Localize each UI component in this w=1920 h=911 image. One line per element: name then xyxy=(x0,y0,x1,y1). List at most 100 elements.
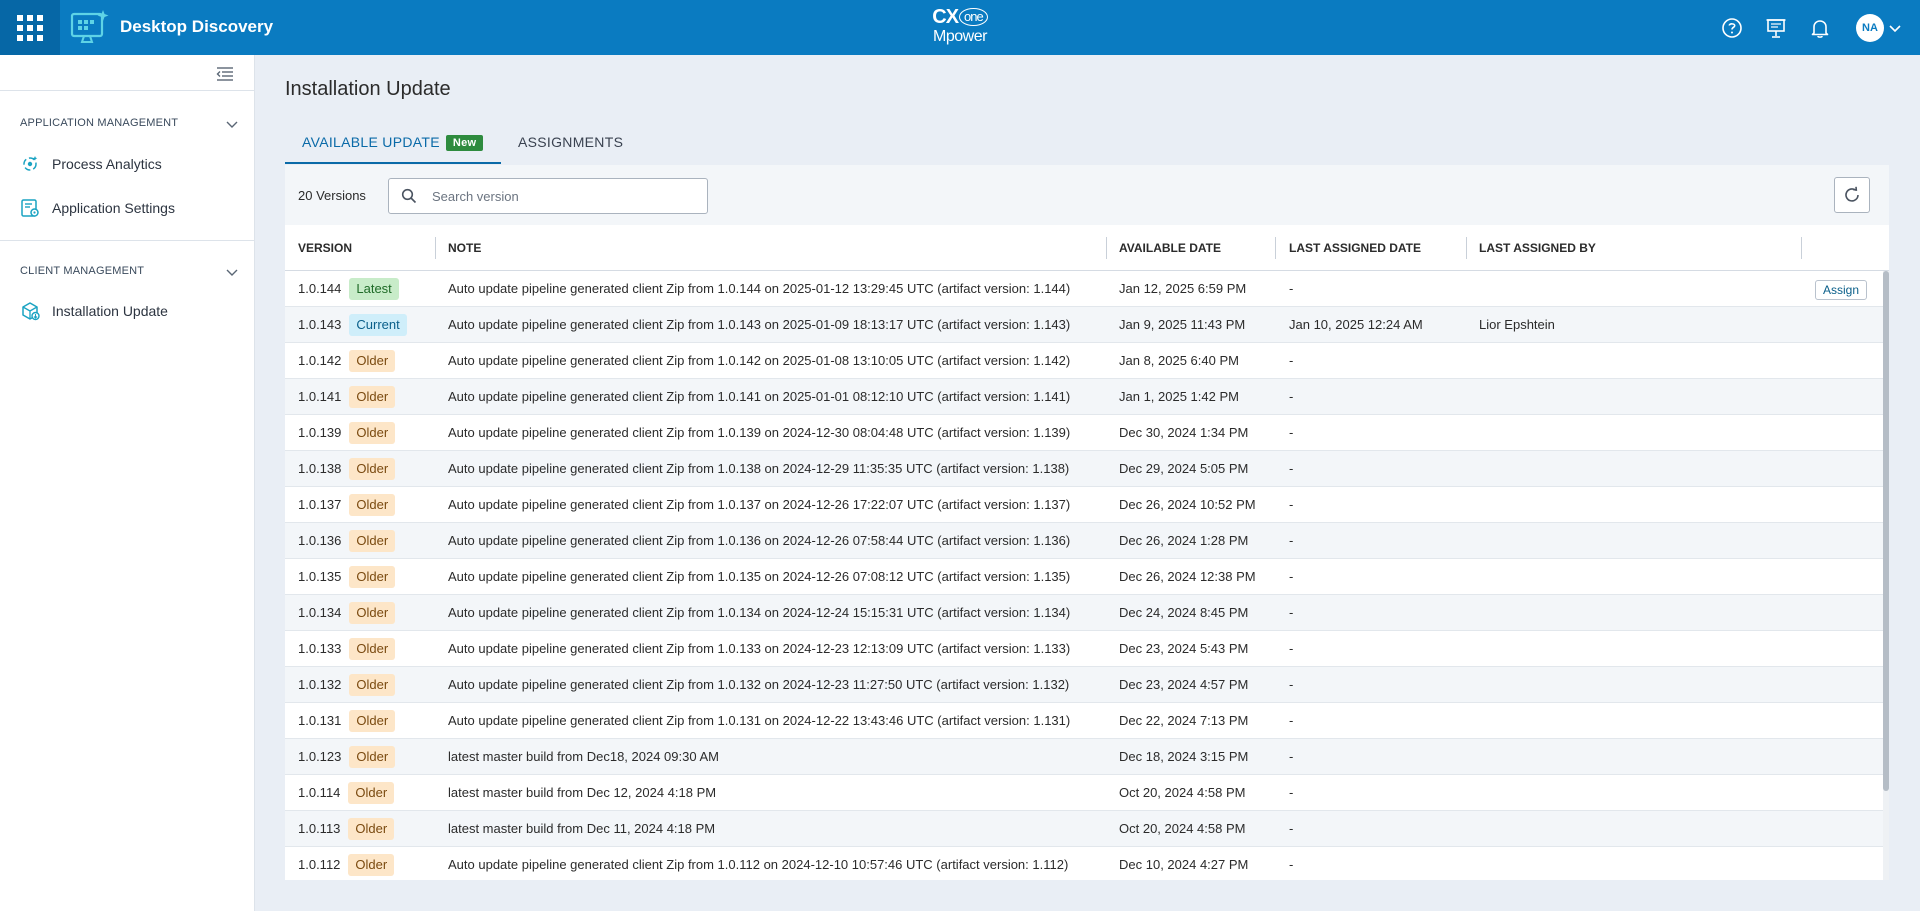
column-header-version[interactable]: VERSION xyxy=(298,225,352,271)
table-row[interactable]: 1.0.144 Latest Auto update pipeline genera… xyxy=(285,271,1883,307)
cell-note: Auto update pipeline generated client Zi… xyxy=(448,857,1069,872)
cell-note: latest master build from Dec 11, 2024 4:… xyxy=(448,821,716,836)
cell-available-date: Jan 12, 2025 6:59 PM xyxy=(1119,281,1247,296)
status-badge: Current xyxy=(349,314,407,336)
table-row[interactable]: 1.0.136 Older Auto update pipeline generat… xyxy=(285,523,1883,559)
column-header-last-assigned-by[interactable]: LAST ASSIGNED BY xyxy=(1479,225,1596,271)
refresh-button[interactable] xyxy=(1834,177,1870,213)
search-icon xyxy=(401,188,417,204)
version-number: 1.0.113 xyxy=(298,821,341,836)
column-header-available-date[interactable]: AVAILABLE DATE xyxy=(1119,225,1221,271)
sidebar-divider xyxy=(0,90,255,91)
cell-available-date: Dec 22, 2024 7:13 PM xyxy=(1119,713,1249,728)
column-resize-handle[interactable] xyxy=(1106,237,1107,259)
sidebar-item-label: Installation Update xyxy=(52,303,168,319)
table-row[interactable]: 1.0.138 Older Auto update pipeline generat… xyxy=(285,451,1883,487)
search-input[interactable] xyxy=(432,187,692,205)
top-bar: Desktop Discovery CX one Mpower NA xyxy=(0,0,1920,55)
sidebar-item-installation-update[interactable]: Installation Update xyxy=(20,298,240,324)
table-row[interactable]: 1.0.132 Older Auto update pipeline generat… xyxy=(285,667,1883,703)
cell-note: Auto update pipeline generated client Zi… xyxy=(448,281,1071,296)
tab-assignments[interactable]: ASSIGNMENTS xyxy=(518,128,638,164)
status-badge: Older xyxy=(349,386,396,408)
table-row[interactable]: 1.0.135 Older Auto update pipeline generat… xyxy=(285,559,1883,595)
table-row[interactable]: 1.0.131 Older Auto update pipeline generat… xyxy=(285,703,1883,739)
cell-available-date: Dec 24, 2024 8:45 PM xyxy=(1119,605,1249,620)
status-badge: Older xyxy=(349,674,396,696)
assign-button[interactable]: Assign xyxy=(1815,280,1868,300)
cell-available-date: Jan 9, 2025 11:43 PM xyxy=(1119,317,1246,332)
cell-version: 1.0.137 Older xyxy=(298,487,438,523)
scrollbar-thumb[interactable] xyxy=(1883,271,1889,791)
sidebar-item-process-analytics[interactable]: Process Analytics xyxy=(20,151,240,177)
table-row[interactable]: 1.0.114 Older latest master build from Dec… xyxy=(285,775,1883,811)
user-avatar[interactable]: NA xyxy=(1856,14,1884,42)
status-badge: Older xyxy=(349,602,396,624)
cell-last-assigned-by xyxy=(1479,415,1789,451)
status-badge: Older xyxy=(348,854,395,876)
column-header-last-assigned-date[interactable]: LAST ASSIGNED DATE xyxy=(1289,225,1421,271)
cell-note: Auto update pipeline generated client Zi… xyxy=(448,713,1071,728)
cell-version: 1.0.136 Older xyxy=(298,523,438,559)
cell-note: Auto update pipeline generated client Zi… xyxy=(448,353,1071,368)
status-badge: Older xyxy=(349,530,396,552)
cell-last-assigned-date: - xyxy=(1289,713,1294,728)
cell-available-date: Oct 20, 2024 4:58 PM xyxy=(1119,785,1246,800)
cell-note: Auto update pipeline generated client Zi… xyxy=(448,605,1071,620)
table-row[interactable]: 1.0.139 Older Auto update pipeline generat… xyxy=(285,415,1883,451)
help-icon[interactable] xyxy=(1721,17,1743,39)
table-row[interactable]: 1.0.133 Older Auto update pipeline generat… xyxy=(285,631,1883,667)
section-client-management[interactable]: CLIENT MANAGEMENT xyxy=(20,265,240,285)
cell-last-assigned-by xyxy=(1479,595,1789,631)
cell-last-assigned-by xyxy=(1479,523,1789,559)
table-scrollbar[interactable] xyxy=(1883,271,1889,880)
version-number: 1.0.139 xyxy=(298,425,342,440)
table-row[interactable]: 1.0.143 Current Auto update pipeline gener… xyxy=(285,307,1883,343)
column-resize-handle[interactable] xyxy=(1801,237,1802,259)
section-application-management[interactable]: APPLICATION MANAGEMENT xyxy=(20,117,240,137)
sidebar-item-label: Process Analytics xyxy=(52,156,162,172)
table-row[interactable]: 1.0.141 Older Auto update pipeline generat… xyxy=(285,379,1883,415)
collapse-sidebar-icon[interactable] xyxy=(214,63,236,85)
app-launcher-button[interactable] xyxy=(0,0,60,55)
table-row[interactable]: 1.0.134 Older Auto update pipeline generat… xyxy=(285,595,1883,631)
cell-last-assigned-date: - xyxy=(1289,821,1294,836)
column-resize-handle[interactable] xyxy=(1275,237,1276,259)
cell-last-assigned-by xyxy=(1479,271,1789,307)
table-row[interactable]: 1.0.137 Older Auto update pipeline generat… xyxy=(285,487,1883,523)
bell-icon[interactable] xyxy=(1809,17,1831,39)
chevron-down-icon[interactable] xyxy=(1888,21,1902,35)
table-row[interactable]: 1.0.112 Older Auto update pipeline generat… xyxy=(285,847,1883,880)
presentation-icon[interactable] xyxy=(1765,17,1787,39)
column-resize-handle[interactable] xyxy=(435,237,436,259)
tab-label: ASSIGNMENTS xyxy=(518,134,624,150)
table-row[interactable]: 1.0.142 Older Auto update pipeline generat… xyxy=(285,343,1883,379)
app-title: Desktop Discovery xyxy=(120,17,274,36)
cell-last-assigned-by xyxy=(1479,811,1789,847)
version-number: 1.0.137 xyxy=(298,497,342,512)
tab-available-update[interactable]: AVAILABLE UPDATE New xyxy=(285,128,501,164)
cell-note: Auto update pipeline generated client Zi… xyxy=(448,497,1071,512)
cell-note: Auto update pipeline generated client Zi… xyxy=(448,533,1071,548)
versions-count: 20 Versions xyxy=(298,188,366,203)
sidebar-item-application-settings[interactable]: Application Settings xyxy=(20,195,240,221)
cell-last-assigned-date: - xyxy=(1289,425,1294,440)
column-resize-handle[interactable] xyxy=(1466,237,1467,259)
cell-version: 1.0.132 Older xyxy=(298,667,438,703)
table-row[interactable]: 1.0.113 Older latest master build from Dec… xyxy=(285,811,1883,847)
cell-last-assigned-by xyxy=(1479,847,1789,880)
status-badge: Older xyxy=(349,350,396,372)
cell-last-assigned-date: - xyxy=(1289,533,1294,548)
status-badge: Older xyxy=(349,746,396,768)
brand-cx: CX xyxy=(932,6,959,28)
version-number: 1.0.143 xyxy=(298,317,342,332)
cell-version: 1.0.112 Older xyxy=(298,847,438,880)
version-number: 1.0.112 xyxy=(298,857,341,872)
column-header-note[interactable]: NOTE xyxy=(448,225,481,271)
table-row[interactable]: 1.0.123 Older latest master build from Dec… xyxy=(285,739,1883,775)
status-badge: Older xyxy=(349,494,396,516)
sidebar-item-label: Application Settings xyxy=(52,200,175,216)
version-number: 1.0.114 xyxy=(298,785,341,800)
search-box[interactable] xyxy=(388,178,708,214)
version-number: 1.0.131 xyxy=(298,713,342,728)
